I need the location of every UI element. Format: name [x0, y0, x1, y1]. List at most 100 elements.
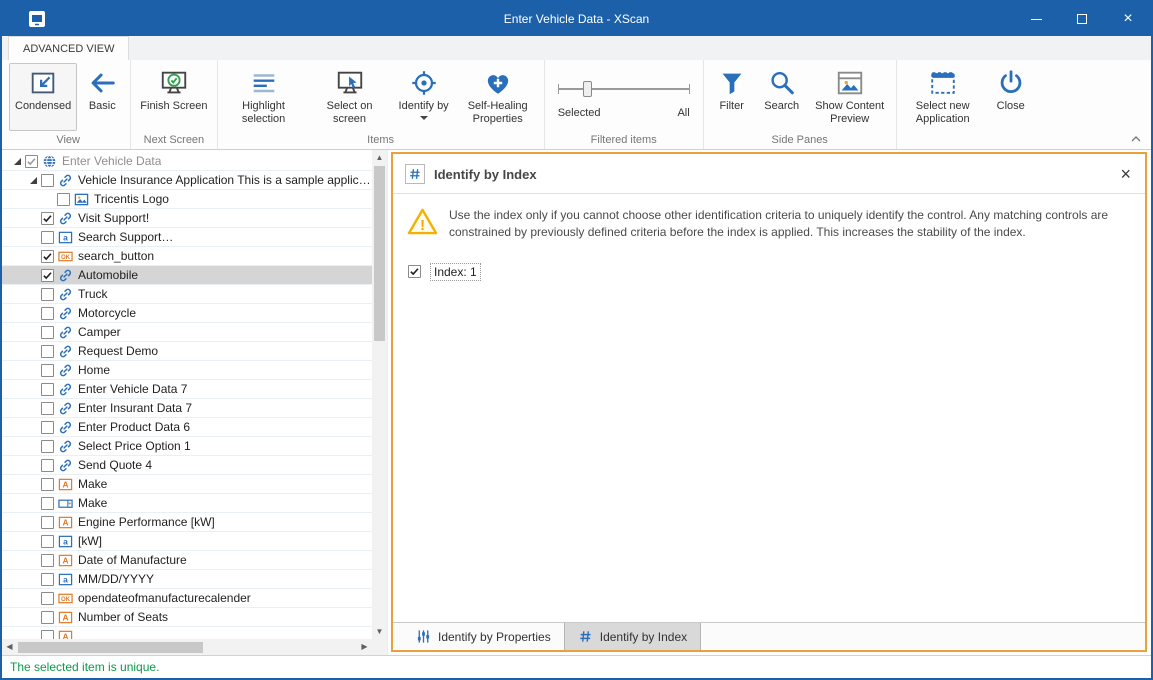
tree-item-checkbox[interactable] [41, 231, 54, 244]
tree-item-make[interactable]: AMake [2, 475, 372, 494]
scroll-up-icon[interactable]: ▲ [372, 150, 387, 165]
scrollbar-thumb[interactable] [374, 166, 385, 341]
tree-item-vehicle-insurance-application-this-is-a-sample-application-v[interactable]: Vehicle Insurance Application This is a … [2, 171, 372, 190]
tree-item-enter-vehicle-data[interactable]: Enter Vehicle Data [2, 152, 372, 171]
collapse-ribbon-button[interactable] [1131, 131, 1141, 145]
tree-item-make[interactable]: Make [2, 494, 372, 513]
tree-item-checkbox[interactable] [41, 459, 54, 472]
tree-item-checkbox[interactable] [41, 383, 54, 396]
tree-item-checkbox[interactable] [41, 478, 54, 491]
tree-item-select-price-option-1[interactable]: Select Price Option 1 [2, 437, 372, 456]
close-button[interactable]: × [1105, 2, 1151, 36]
svg-text:!: ! [420, 218, 425, 234]
tree-item-checkbox[interactable] [41, 421, 54, 434]
link-icon [58, 401, 73, 416]
tree-item-checkbox[interactable] [41, 345, 54, 358]
tree-item-label: [kW] [78, 534, 102, 548]
tree-item-enter-vehicle-data-7[interactable]: Enter Vehicle Data 7 [2, 380, 372, 399]
tree-item-camper[interactable]: Camper [2, 323, 372, 342]
ribbon-button-close[interactable]: Close [986, 63, 1036, 131]
ribbon-button-condensed[interactable]: Condensed [9, 63, 77, 131]
ribbon-button-highlight-selection[interactable]: Highlight selection [221, 63, 307, 131]
tab-advanced-view[interactable]: ADVANCED VIEW [8, 36, 129, 60]
tree-item-checkbox[interactable] [41, 611, 54, 624]
ribbon-button-identify-by[interactable]: Identify by [393, 63, 455, 131]
tree-item-checkbox[interactable] [41, 440, 54, 453]
tree-item-checkbox[interactable] [41, 535, 54, 548]
ribbon-button-search[interactable]: Search [757, 63, 807, 131]
tree-item-home[interactable]: Home [2, 361, 372, 380]
expander-icon[interactable] [10, 154, 24, 168]
tab-identify-by-properties[interactable]: Identify by Properties [403, 623, 564, 650]
ribbon-group-side-panes: FilterSearchShow Content PreviewSide Pan… [704, 60, 897, 149]
ribbon-button-finish-screen[interactable]: Finish Screen [134, 63, 213, 131]
slider-handle[interactable] [583, 81, 592, 97]
tree-item-checkbox[interactable] [41, 402, 54, 415]
tree-item-checkbox[interactable] [41, 250, 54, 263]
tree-item-motorcycle[interactable]: Motorcycle [2, 304, 372, 323]
ribbon-button-select-on-screen[interactable]: Select on screen [307, 63, 393, 131]
svg-text:A: A [62, 479, 68, 489]
tree-item-checkbox[interactable] [41, 516, 54, 529]
ribbon-button-basic[interactable]: Basic [77, 63, 127, 131]
tree-item-truck[interactable]: Truck [2, 285, 372, 304]
tree-item-visit-support[interactable]: Visit Support! [2, 209, 372, 228]
link-icon [58, 363, 73, 378]
index-checkbox-row[interactable]: Index: 1 [408, 263, 1145, 281]
tree-item-checkbox[interactable] [41, 174, 54, 187]
scroll-right-icon[interactable]: ▶ [357, 640, 372, 655]
filtered-items-slider[interactable]: SelectedAll [548, 63, 700, 131]
ribbon-group-next-screen: Finish ScreenNext Screen [131, 60, 217, 149]
content-preview-icon [835, 68, 865, 98]
scroll-left-icon[interactable]: ◀ [2, 640, 17, 655]
tree-item-send-quote-4[interactable]: Send Quote 4 [2, 456, 372, 475]
tree-item-request-demo[interactable]: Request Demo [2, 342, 372, 361]
maximize-button[interactable] [1059, 2, 1105, 36]
tree-item-tricentis-logo[interactable]: Tricentis Logo [2, 190, 372, 209]
tree-item-checkbox[interactable] [41, 326, 54, 339]
minimize-button[interactable] [1013, 2, 1059, 36]
tree-item-row-25[interactable]: A [2, 627, 372, 639]
tree-item-checkbox[interactable] [41, 212, 54, 225]
expander-spacer [26, 401, 40, 415]
tree-item-enter-insurant-data-7[interactable]: Enter Insurant Data 7 [2, 399, 372, 418]
pane-close-button[interactable]: × [1120, 165, 1131, 183]
ribbon-button-filter[interactable]: Filter [707, 63, 757, 131]
tree-item-checkbox[interactable] [25, 155, 38, 168]
tree-item-date-of-manufacture[interactable]: ADate of Manufacture [2, 551, 372, 570]
tree-item-engine-performance-kw[interactable]: AEngine Performance [kW] [2, 513, 372, 532]
tree-item-opendateofmanufacturecalender[interactable]: OKopendateofmanufacturecalender [2, 589, 372, 608]
tree-item-enter-product-data-6[interactable]: Enter Product Data 6 [2, 418, 372, 437]
ribbon-button-self-healing-properties[interactable]: Self-Healing Properties [455, 63, 541, 131]
tree-item-checkbox[interactable] [41, 630, 54, 640]
tree-item-checkbox[interactable] [41, 497, 54, 510]
tree-item-checkbox[interactable] [41, 592, 54, 605]
tree-item-number-of-seats[interactable]: ANumber of Seats [2, 608, 372, 627]
tree-item-automobile[interactable]: Automobile [2, 266, 372, 285]
tree-item-kw[interactable]: a[kW] [2, 532, 372, 551]
slider-track [558, 88, 690, 90]
tree-horizontal-scrollbar[interactable]: ◀ ▶ [2, 639, 372, 655]
expander-spacer [26, 230, 40, 244]
tab-identify-by-index[interactable]: Identify by Index [564, 623, 701, 650]
tree-item-checkbox[interactable] [41, 364, 54, 377]
scanned-items-tree: Enter Vehicle DataVehicle Insurance Appl… [2, 150, 388, 655]
tree-item-checkbox[interactable] [41, 554, 54, 567]
tree-item-checkbox[interactable] [41, 307, 54, 320]
tree-item-search-support[interactable]: aSearch Support… [2, 228, 372, 247]
tree-item-checkbox[interactable] [41, 269, 54, 282]
ribbon-button-show-content-preview[interactable]: Show Content Preview [807, 63, 893, 131]
index-checkbox[interactable] [408, 265, 421, 278]
expander-icon[interactable] [26, 173, 40, 187]
index-checkbox-label: Index: 1 [430, 263, 481, 281]
window-controls: × [1013, 2, 1151, 36]
tree-item-mm-dd-yyyy[interactable]: aMM/DD/YYYY [2, 570, 372, 589]
tree-item-checkbox[interactable] [41, 573, 54, 586]
tree-item-search-button[interactable]: OKsearch_button [2, 247, 372, 266]
tree-item-checkbox[interactable] [41, 288, 54, 301]
tree-item-checkbox[interactable] [57, 193, 70, 206]
scrollbar-thumb[interactable] [18, 642, 203, 653]
scroll-down-icon[interactable]: ▼ [372, 624, 387, 639]
ribbon-button-select-new-application[interactable]: Select new Application [900, 63, 986, 131]
tree-vertical-scrollbar[interactable]: ▲ ▼ [372, 150, 387, 639]
